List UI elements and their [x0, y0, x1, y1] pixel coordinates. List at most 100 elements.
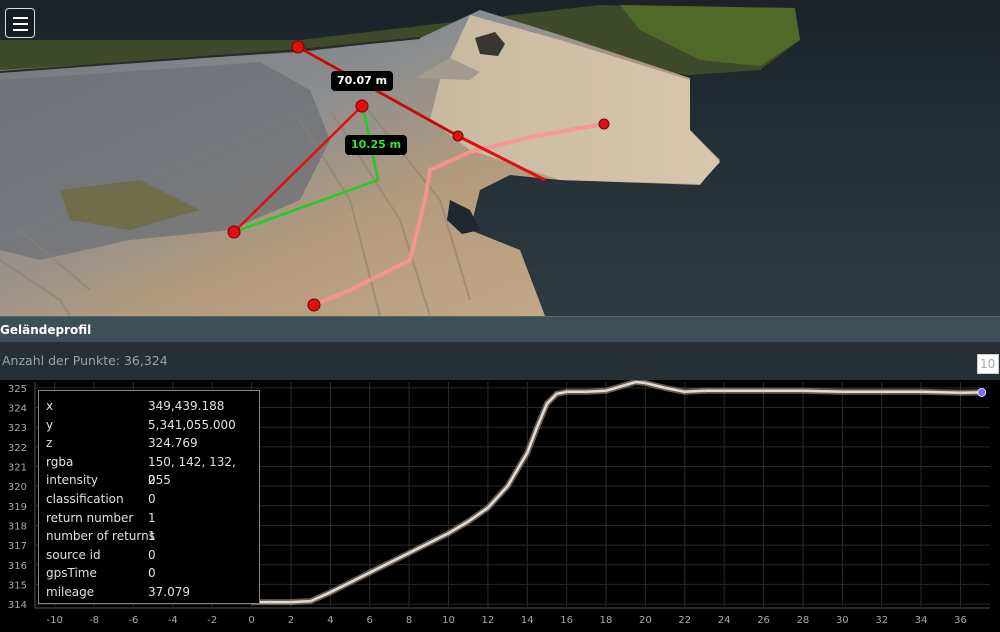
x-tick-label: 16 — [560, 615, 573, 626]
measure-marker[interactable] — [452, 130, 464, 142]
terrain-scene[interactable] — [0, 0, 1000, 316]
profile-point — [309, 599, 313, 603]
info-value: 0 — [148, 547, 156, 562]
info-value: 349,439.188 — [148, 399, 225, 413]
info-value: 37.079 — [148, 585, 190, 599]
x-tick-label: -2 — [207, 615, 217, 626]
profile-point — [840, 390, 844, 394]
profile-point — [269, 600, 273, 604]
x-tick-label: 12 — [482, 615, 495, 626]
profile-width-input[interactable] — [977, 354, 999, 374]
profile-series-halo — [251, 379, 981, 606]
x-tick-label: 32 — [875, 615, 888, 626]
profile-point — [919, 390, 923, 394]
info-value: 1 — [148, 529, 156, 544]
profile-point — [466, 520, 470, 523]
info-key: classification — [46, 492, 124, 506]
info-key: return number — [46, 510, 134, 525]
profile-point — [634, 380, 637, 384]
y-tick-label: 321 — [8, 463, 27, 474]
y-axis: 314 315 316 317 318 319 320 321 322 323 324 325 — [8, 384, 27, 611]
y-tick-label: 324 — [8, 404, 27, 415]
profile-point — [555, 392, 559, 396]
info-row: rgba 150, 142, 132, 255 — [46, 453, 258, 487]
y-tick-label: 316 — [8, 561, 27, 572]
info-value: 0 — [148, 566, 156, 581]
x-tick-label: -4 — [168, 615, 178, 626]
profile-point — [584, 390, 588, 394]
profile-point — [801, 389, 805, 393]
profile-marker[interactable] — [307, 298, 321, 312]
x-tick-label: -6 — [128, 615, 138, 626]
info-row: x 349,439.188 — [46, 397, 258, 415]
profile-point — [388, 561, 391, 565]
x-tick-label: -8 — [89, 615, 99, 626]
height-measure-label: 10.25 m — [345, 135, 408, 155]
info-key: y — [46, 417, 54, 432]
info-value: 0 — [148, 473, 156, 488]
x-tick-label: 24 — [718, 615, 731, 626]
x-tick-label: 4 — [327, 615, 333, 626]
profile-point — [703, 389, 706, 393]
x-tick-label: 10 — [442, 615, 455, 626]
y-tick-label: 318 — [8, 521, 27, 532]
info-key: source id — [46, 547, 101, 562]
profile-point — [644, 381, 647, 385]
profile-point — [880, 390, 884, 394]
y-tick-label: 322 — [8, 443, 27, 454]
x-tick-label: 22 — [678, 615, 691, 626]
info-row: return number 1 — [46, 509, 258, 527]
profile-point — [447, 531, 450, 535]
info-key: z — [46, 436, 53, 451]
profile-point — [565, 390, 569, 394]
profile-series-line — [251, 380, 981, 604]
profile-point — [289, 600, 293, 604]
x-tick-label: -10 — [47, 615, 63, 626]
info-row: classification 0 — [46, 490, 258, 508]
measure-marker[interactable] — [355, 99, 369, 113]
profile-point — [486, 506, 490, 510]
x-tick-label: 26 — [757, 615, 770, 626]
info-key: number of returns — [46, 529, 155, 544]
info-key: mileage — [46, 585, 95, 599]
x-tick-label: 34 — [915, 615, 928, 626]
profile-point — [663, 386, 667, 390]
info-row: y 5,341,055.000 — [46, 416, 258, 434]
info-row: source id 0 — [46, 546, 258, 564]
info-value: 1 — [148, 510, 156, 525]
point-cloud-viewport[interactable]: 70.07 m 10.25 m — [0, 0, 1000, 316]
x-tick-label: 14 — [521, 615, 534, 626]
hamburger-menu-icon[interactable] — [5, 8, 35, 38]
x-tick-label: 30 — [836, 615, 849, 626]
y-tick-label: 315 — [8, 580, 27, 591]
profile-point — [604, 389, 608, 393]
profile-point — [328, 590, 332, 594]
info-value: 5,341,055.000 — [148, 417, 236, 432]
profile-point — [348, 581, 352, 584]
y-tick-label: 323 — [8, 423, 27, 434]
x-tick-label: 6 — [367, 615, 373, 626]
profile-point — [427, 541, 431, 545]
profile-marker[interactable] — [598, 118, 610, 130]
profile-point — [762, 389, 765, 393]
info-row: number of returns 1 — [46, 527, 258, 545]
profile-point — [368, 571, 372, 575]
x-tick-label: 20 — [639, 615, 652, 626]
points-count: Anzahl der Punkte: 36,324 — [2, 353, 168, 368]
measure-marker[interactable] — [227, 225, 241, 239]
info-row: mileage 37.079 — [46, 583, 258, 601]
x-tick-label: 28 — [797, 615, 810, 626]
profile-panel-header: Geländeprofil — [0, 316, 1000, 342]
profile-point — [624, 383, 628, 387]
info-row: gpsTime 0 — [46, 564, 258, 582]
profile-point — [959, 391, 962, 395]
profile-point — [525, 451, 529, 455]
x-tick-label: 2 — [288, 615, 294, 626]
profile-point — [545, 402, 549, 406]
profile-point — [506, 484, 509, 488]
profile-point — [683, 390, 687, 394]
y-tick-label: 320 — [8, 482, 27, 493]
measure-marker[interactable] — [291, 40, 305, 54]
y-tick-label: 314 — [8, 600, 27, 611]
info-key: intensity — [46, 473, 99, 488]
